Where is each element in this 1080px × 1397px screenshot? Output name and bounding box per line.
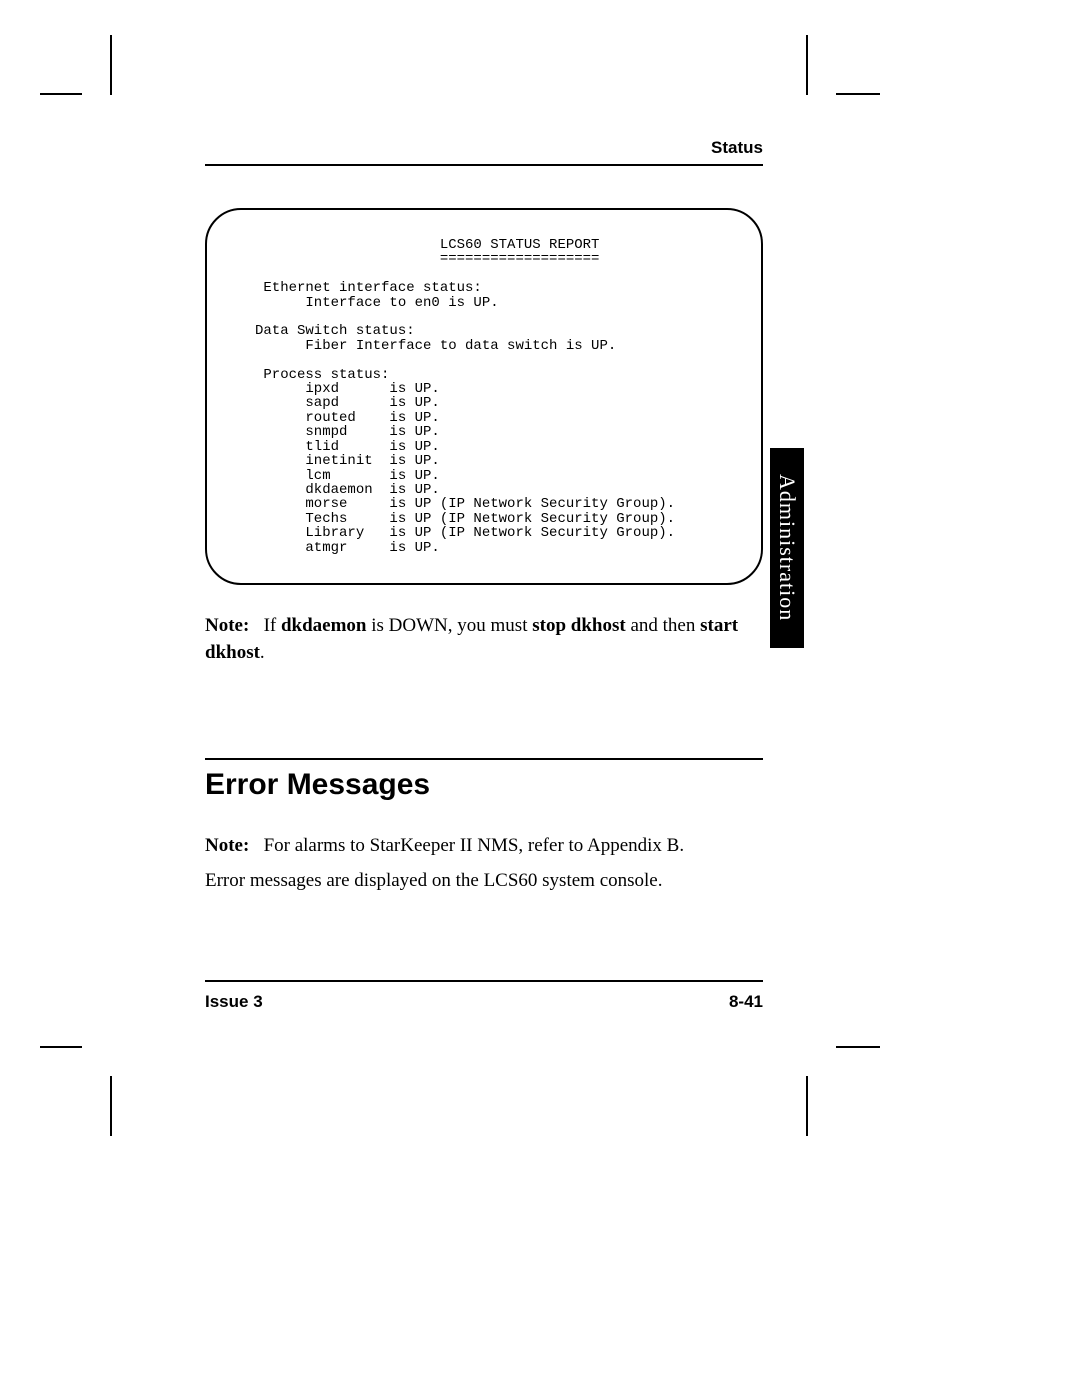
- side-tab-administration: Administration: [770, 448, 804, 648]
- crop-mark: [806, 35, 808, 95]
- note-starkeeper: Note: For alarms to StarKeeper II NMS, r…: [205, 832, 763, 860]
- note-text: .: [260, 642, 265, 663]
- note-dkdaemon: Note: If dkdaemon is DOWN, you must stop…: [205, 613, 763, 666]
- crop-mark: [110, 35, 112, 95]
- note-text: For alarms to StarKeeper II NMS, refer t…: [264, 835, 685, 856]
- note-text: is DOWN, you must: [367, 615, 533, 636]
- note-text: If: [264, 615, 281, 636]
- status-report-box: LCS60 STATUS REPORT =================== …: [205, 208, 763, 585]
- note-bold1: dkdaemon: [281, 615, 367, 636]
- note-label: Note:: [205, 615, 249, 636]
- crop-mark: [110, 1076, 112, 1136]
- section-heading-error-messages: Error Messages: [205, 768, 763, 802]
- section-divider: [205, 758, 763, 760]
- footer-issue: Issue 3: [205, 992, 263, 1012]
- side-tab-label: Administration: [774, 474, 800, 621]
- crop-mark: [40, 93, 82, 95]
- crop-mark: [836, 93, 880, 95]
- body-text: Error messages are displayed on the LCS6…: [205, 870, 763, 892]
- crop-mark: [836, 1046, 880, 1048]
- note-bold2: stop dkhost: [532, 615, 625, 636]
- footer-page: 8-41: [729, 992, 763, 1012]
- page-footer: Issue 3 8-41: [205, 980, 763, 1012]
- page-content: Status LCS60 STATUS REPORT =============…: [205, 138, 763, 892]
- crop-mark: [40, 1046, 82, 1048]
- note-label: Note:: [205, 835, 249, 856]
- note-text: and then: [626, 615, 700, 636]
- crop-mark: [806, 1076, 808, 1136]
- section-header-status: Status: [205, 138, 763, 166]
